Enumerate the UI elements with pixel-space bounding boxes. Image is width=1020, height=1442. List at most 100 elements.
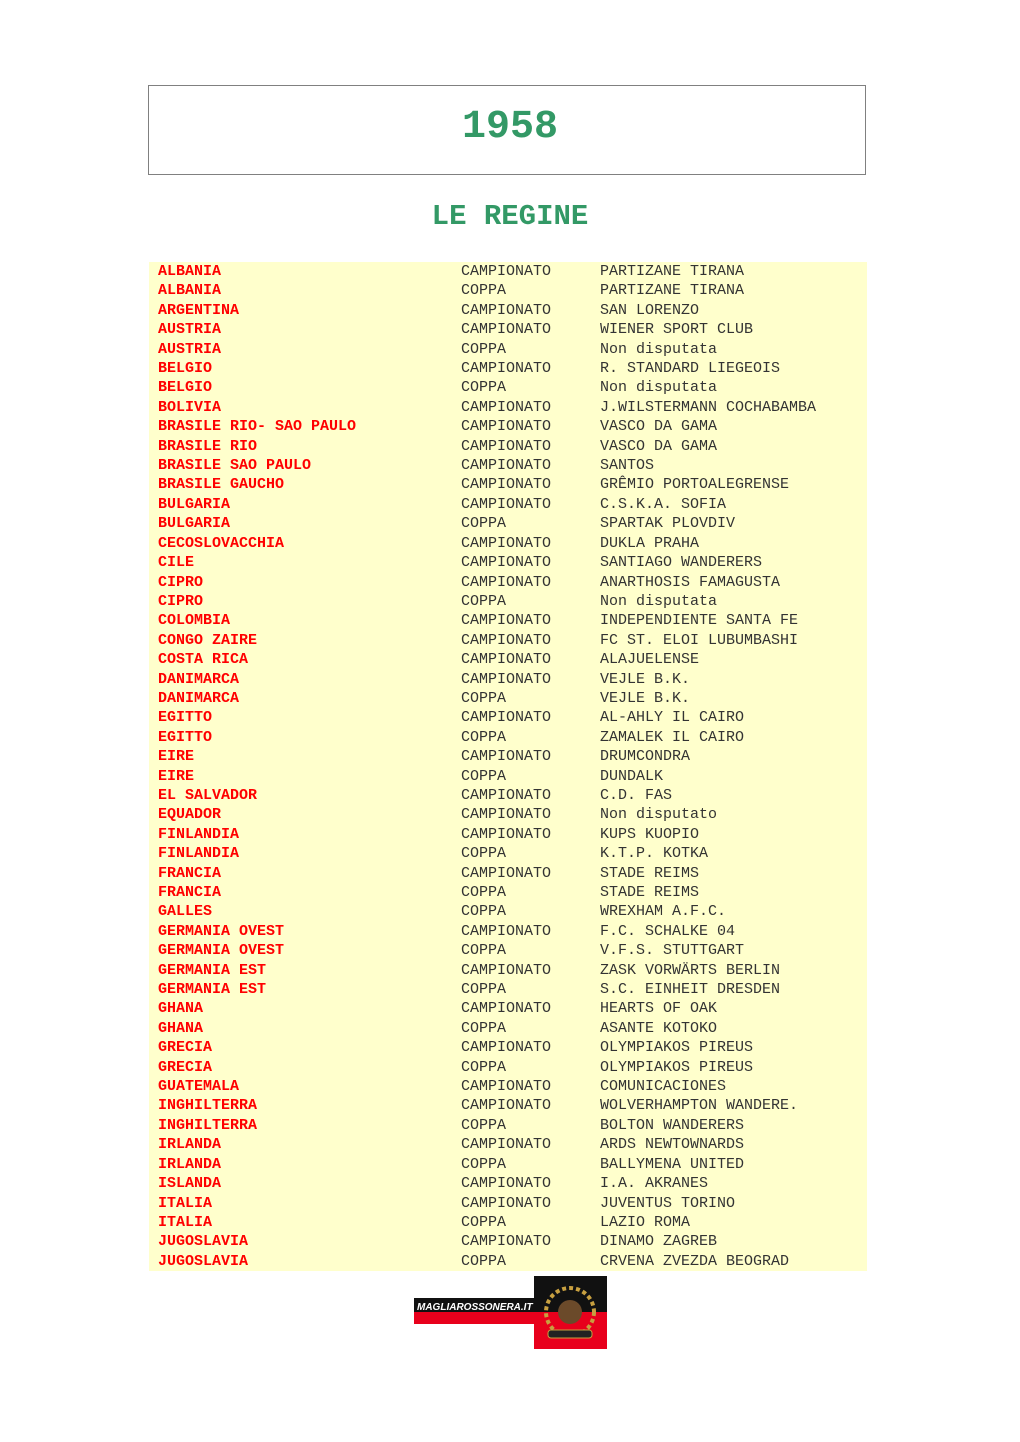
country-cell: ARGENTINA [158, 301, 240, 319]
winner-cell: Non disputata [600, 340, 718, 358]
winner-cell: AL-AHLY IL CAIRO [600, 709, 745, 727]
winner-cell: SANTOS [600, 457, 655, 475]
table-row: BOLIVIA CAMPIONATO J.WILSTERMANN COCHABAMB… [149, 398, 867, 417]
winner-cell: COMUNICACIONES [600, 1078, 727, 1096]
competition-cell: CAMPIONATO [461, 418, 552, 436]
competition-cell: COPPA [461, 884, 507, 901]
table-row: AUSTRIA CAMPIONATO WIENER SPORT CLUB [149, 320, 867, 339]
country-cell: GERMANIA EST [158, 981, 267, 999]
country-cell: BULGARIA [158, 515, 231, 533]
competition-cell: COPPA [461, 767, 507, 785]
winner-cell: DUKLA PRAHA [600, 534, 700, 552]
country-cell: JUGOSLAVIA [158, 1233, 249, 1251]
table-row: BULGARIA COPPA SPARTAK PLOVDIV [149, 514, 867, 533]
country-cell: EIRE [158, 767, 195, 785]
magliarossonera-logo: MAGLIAROSSONERA.IT [414, 1276, 607, 1349]
competition-cell: COPPA [461, 379, 507, 397]
winner-cell: K.T.P. KOTKA [600, 845, 709, 863]
winner-cell: SANTIAGO WANDERERS [600, 554, 763, 572]
table-row: ARGENTINA CAMPIONATO SAN LORENZO [149, 301, 867, 320]
table-row: ITALIA CAMPIONATO JUVENTUS TORINO [149, 1194, 867, 1213]
winner-cell: OLYMPIAKOS PIREUS [600, 1058, 754, 1076]
competition-cell: CAMPIONATO [461, 301, 552, 319]
winner-cell: C.D. FAS [600, 786, 673, 804]
competition-cell: CAMPIONATO [461, 786, 552, 804]
winner-cell: C.S.K.A. SOFIA [600, 495, 727, 513]
winner-cell: DRUMCONDRA [600, 748, 691, 766]
winner-cell: J.WILSTERMANN COCHABAMBA [600, 398, 817, 416]
winner-cell: Non disputata [600, 592, 718, 610]
competition-cell: COPPA [461, 1213, 507, 1231]
table-row: GERMANIA OVEST CAMPIONATO F.C. SCHALKE 04 [149, 922, 867, 941]
country-cell: BELGIO [158, 379, 213, 397]
country-cell: JUGOSLAVIA [158, 1252, 249, 1270]
winner-cell: ZASK VORWÄRTS BERLIN [600, 961, 781, 979]
winner-cell: STADE REIMS [600, 864, 700, 882]
competition-cell: CAMPIONATO [461, 476, 552, 494]
winner-cell: S.C. EINHEIT DRESDEN [600, 981, 781, 999]
winner-cell: ZAMALEK IL CAIRO [600, 728, 745, 746]
table-row: BRASILE RIO CAMPIONATO VASCO DA GAMA [149, 437, 867, 456]
winner-cell: STADE REIMS [600, 884, 700, 901]
competition-cell: COPPA [461, 689, 507, 707]
winner-cell: BALLYMENA UNITED [600, 1155, 745, 1173]
country-cell: IRLANDA [158, 1155, 222, 1173]
competition-cell: CAMPIONATO [461, 825, 552, 843]
table-row: GERMANIA EST COPPA S.C. EINHEIT DRESDEN [149, 980, 867, 999]
country-cell: EL SALVADOR [158, 786, 258, 804]
competition-cell: COPPA [461, 1116, 507, 1134]
country-cell: FRANCIA [158, 864, 222, 882]
winner-cell: GRÊMIO PORTOALEGRENSE [600, 476, 790, 494]
country-cell: FRANCIA [158, 884, 222, 901]
country-cell: EGITTO [158, 709, 213, 727]
country-cell: ALBANIA [158, 263, 222, 280]
competition-cell: CAMPIONATO [461, 1039, 552, 1057]
winner-cell: F.C. SCHALKE 04 [600, 922, 736, 940]
country-cell: DANIMARCA [158, 689, 240, 707]
competition-cell: COPPA [461, 1155, 507, 1173]
winner-cell: SPARTAK PLOVDIV [600, 515, 736, 533]
competition-cell: CAMPIONATO [461, 922, 552, 940]
competition-cell: CAMPIONATO [461, 1136, 552, 1154]
table-row: BULGARIA CAMPIONATO C.S.K.A. SOFIA [149, 495, 867, 514]
table-row: EGITTO CAMPIONATO AL-AHLY IL CAIRO [149, 708, 867, 727]
winner-cell: ALAJUELENSE [600, 651, 700, 669]
winner-cell: Non disputata [600, 379, 718, 397]
country-cell: CIPRO [158, 573, 204, 591]
winner-cell: ANARTHOSIS FAMAGUSTA [600, 573, 781, 591]
competition-cell: CAMPIONATO [461, 1000, 552, 1018]
winner-cell: LAZIO ROMA [600, 1213, 691, 1231]
competition-cell: CAMPIONATO [461, 1233, 552, 1251]
table-row: EGITTO COPPA ZAMALEK IL CAIRO [149, 728, 867, 747]
table-row: INGHILTERRA COPPA BOLTON WANDERERS [149, 1116, 867, 1135]
table-row: BELGIO COPPA Non disputata [149, 378, 867, 397]
country-cell: CONGO ZAIRE [158, 631, 258, 649]
competition-cell: COPPA [461, 981, 507, 999]
table-row: BRASILE GAUCHO CAMPIONATO GRÊMIO PORTOALEG… [149, 475, 867, 494]
competition-cell: CAMPIONATO [461, 263, 552, 280]
country-cell: CILE [158, 554, 195, 572]
winner-cell: VEJLE B.K. [600, 689, 691, 707]
winner-cell: ASANTE KOTOKO [600, 1019, 718, 1037]
winner-cell: WREXHAM A.F.C. [600, 903, 727, 921]
country-cell: GRECIA [158, 1058, 213, 1076]
table-row: EIRE CAMPIONATO DRUMCONDRA [149, 747, 867, 766]
competition-cell: COPPA [461, 845, 507, 863]
competition-cell: CAMPIONATO [461, 1078, 552, 1096]
country-cell: BULGARIA [158, 495, 231, 513]
country-cell: INGHILTERRA [158, 1097, 258, 1115]
country-cell: GERMANIA OVEST [158, 942, 285, 960]
competition-cell: COPPA [461, 340, 507, 358]
country-cell: ALBANIA [158, 282, 222, 300]
country-cell: COSTA RICA [158, 651, 249, 669]
table-row: JUGOSLAVIA COPPA CRVENA ZVEZDA BEOGRAD [149, 1252, 867, 1271]
competition-cell: CAMPIONATO [461, 1194, 552, 1212]
competition-cell: CAMPIONATO [461, 806, 552, 824]
table-row: GERMANIA EST CAMPIONATO ZASK VORWÄRTS BERL… [149, 961, 867, 980]
winner-cell: WIENER SPORT CLUB [600, 321, 754, 339]
winner-cell: BOLTON WANDERERS [600, 1116, 745, 1134]
competition-cell: CAMPIONATO [461, 631, 552, 649]
country-cell: CIPRO [158, 592, 204, 610]
winner-cell: VASCO DA GAMA [600, 437, 718, 455]
winner-cell: Non disputato [600, 806, 718, 824]
